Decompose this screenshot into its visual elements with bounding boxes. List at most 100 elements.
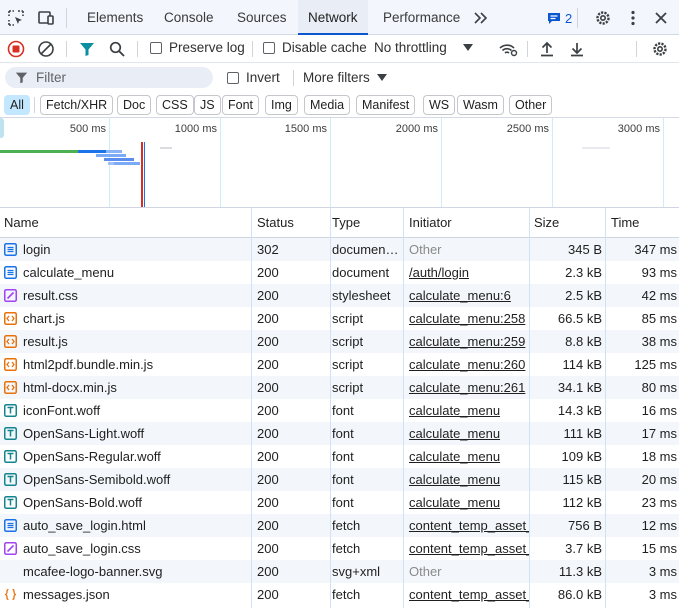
tab-console[interactable]: Console [164, 0, 214, 35]
close-icon[interactable] [651, 8, 671, 28]
network-settings-gear-icon[interactable] [650, 39, 670, 59]
network-conditions-icon[interactable] [498, 39, 518, 59]
column-header-time[interactable]: Time [607, 208, 639, 238]
request-name[interactable]: auto_save_login.html [23, 514, 249, 537]
checkbox-box[interactable] [150, 41, 162, 54]
request-name[interactable]: messages.json [23, 583, 249, 606]
overview-left-handle[interactable] [0, 118, 4, 138]
request-initiator[interactable]: content_temp_asset_ [409, 583, 529, 606]
column-header-size[interactable]: Size [530, 208, 559, 238]
stop-recording-icon[interactable] [6, 39, 26, 59]
throttling-select[interactable]: No throttling [374, 40, 473, 55]
device-toolbar-icon[interactable] [36, 8, 56, 28]
more-options-icon[interactable] [623, 8, 643, 28]
request-initiator[interactable]: calculate_menu:259 [409, 330, 529, 353]
type-filter-doc[interactable]: Doc [117, 95, 152, 115]
table-row[interactable]: chart.js 200 script calculate_menu:258 66.5 … [0, 307, 679, 330]
type-filter-js[interactable]: JS [194, 95, 221, 115]
table-row[interactable]: calculate_menu 200 document/auth/login 2.3 … [0, 261, 679, 284]
request-initiator[interactable]: calculate_menu [409, 468, 529, 491]
request-initiator[interactable]: calculate_menu:261 [409, 376, 529, 399]
column-header-type[interactable]: Type [328, 208, 360, 238]
table-row[interactable]: html2pdf.bundle.min.js 200 script calculate… [0, 353, 679, 376]
column-header-status[interactable]: Status [253, 208, 294, 238]
tab-sources[interactable]: Sources [237, 0, 287, 35]
type-filter-img[interactable]: Img [265, 95, 298, 115]
type-filter-media[interactable]: Media [304, 95, 351, 115]
dropdown-arrow-icon [376, 73, 387, 81]
type-filter-all[interactable]: All [4, 95, 30, 115]
request-name[interactable]: OpenSans-Regular.woff [23, 445, 249, 468]
import-har-upload-icon[interactable] [537, 39, 557, 59]
table-row[interactable]: messages.json 200 fetch content_temp_asset_… [0, 583, 679, 606]
more-filters-dropdown[interactable]: More filters [303, 70, 387, 85]
table-row[interactable]: OpenSans-Light.woff 200 font calculate_menu… [0, 422, 679, 445]
network-overview-timeline[interactable]: 500 ms 1000 ms 1500 ms 2000 ms 2500 ms 3… [0, 118, 679, 208]
request-initiator[interactable]: calculate_menu:6 [409, 284, 529, 307]
request-initiator[interactable]: calculate_menu:260 [409, 353, 529, 376]
filter-input[interactable]: Filter [5, 67, 213, 88]
request-initiator[interactable]: calculate_menu [409, 422, 529, 445]
request-status: 200 [257, 380, 279, 395]
request-name[interactable]: OpenSans-Semibold.woff [23, 468, 249, 491]
request-initiator[interactable]: /auth/login [409, 261, 529, 284]
filter-bar: Filter Invert More filters [0, 63, 679, 92]
tab-performance[interactable]: Performance [383, 0, 460, 35]
request-name[interactable]: mcafee-logo-banner.svg [23, 560, 249, 583]
type-filter-manifest[interactable]: Manifest [356, 95, 416, 115]
request-name[interactable]: result.css [23, 284, 249, 307]
table-row[interactable]: html-docx.min.js 200 script calculate_menu:… [0, 376, 679, 399]
request-time: 18 ms [641, 449, 677, 464]
table-row[interactable]: result.css 200 stylesheet calculate_menu:6 2… [0, 284, 679, 307]
more-tabs-chevron-icon[interactable] [471, 8, 491, 28]
column-header-name[interactable]: Name [0, 208, 39, 238]
request-name[interactable]: chart.js [23, 307, 249, 330]
tab-elements[interactable]: Elements [87, 0, 143, 35]
filter-funnel-icon[interactable] [77, 39, 97, 59]
search-icon[interactable] [107, 39, 127, 59]
tab-network[interactable]: Network [298, 0, 368, 35]
request-type: font [332, 403, 354, 418]
request-name[interactable]: html2pdf.bundle.min.js [23, 353, 249, 376]
request-name[interactable]: html-docx.min.js [23, 376, 249, 399]
request-name[interactable]: calculate_menu [23, 261, 249, 284]
request-name[interactable]: result.js [23, 330, 249, 353]
export-har-download-icon[interactable] [567, 39, 587, 59]
table-row[interactable]: auto_save_login.html 200 fetch content_temp… [0, 514, 679, 537]
request-initiator[interactable]: content_temp_asset_ [409, 537, 529, 560]
preserve-log-checkbox[interactable]: Preserve log [150, 40, 245, 55]
type-filter-fetch-xhr[interactable]: Fetch/XHR [40, 95, 114, 115]
table-row[interactable]: OpenSans-Regular.woff 200 font calculate_me… [0, 445, 679, 468]
checkbox-box[interactable] [263, 41, 275, 54]
request-initiator[interactable]: calculate_menu [409, 399, 529, 422]
type-filter-css[interactable]: CSS [156, 95, 194, 115]
invert-checkbox[interactable]: Invert [227, 70, 280, 85]
column-header-initiator[interactable]: Initiator [405, 208, 452, 238]
request-initiator[interactable]: calculate_menu [409, 445, 529, 468]
checkbox-box[interactable] [227, 71, 239, 84]
table-row[interactable]: auto_save_login.css 200 fetch content_temp_… [0, 537, 679, 560]
table-row[interactable]: OpenSans-Bold.woff 200 font calculate_menu 1… [0, 491, 679, 514]
table-row[interactable]: OpenSans-Semibold.woff 200 font calculate_m… [0, 468, 679, 491]
request-name[interactable]: OpenSans-Light.woff [23, 422, 249, 445]
type-filter-wasm[interactable]: Wasm [457, 95, 504, 115]
issues-badge[interactable]: 2 [547, 10, 572, 26]
request-name[interactable]: login [23, 238, 249, 261]
table-row[interactable]: result.js 200 script calculate_menu:259 8.8 … [0, 330, 679, 353]
request-name[interactable]: OpenSans-Bold.woff [23, 491, 249, 514]
request-initiator[interactable]: content_temp_asset_ [409, 514, 529, 537]
type-filter-ws[interactable]: WS [423, 95, 456, 115]
table-row[interactable]: login 302 documen… Other 345 B 347 ms [0, 238, 679, 261]
table-row[interactable]: iconFont.woff 200 font calculate_menu 14.3 k… [0, 399, 679, 422]
request-initiator[interactable]: calculate_menu:258 [409, 307, 529, 330]
request-initiator[interactable]: calculate_menu [409, 491, 529, 514]
type-filter-other[interactable]: Other [509, 95, 553, 115]
table-row[interactable]: mcafee-logo-banner.svg 200 svg+xml Other 11.… [0, 560, 679, 583]
disable-cache-checkbox[interactable]: Disable cache [263, 40, 367, 55]
request-name[interactable]: auto_save_login.css [23, 537, 249, 560]
request-name[interactable]: iconFont.woff [23, 399, 249, 422]
inspect-element-icon[interactable] [6, 8, 26, 28]
type-filter-font[interactable]: Font [222, 95, 260, 115]
settings-gear-icon[interactable] [593, 8, 613, 28]
clear-icon[interactable] [36, 39, 56, 59]
